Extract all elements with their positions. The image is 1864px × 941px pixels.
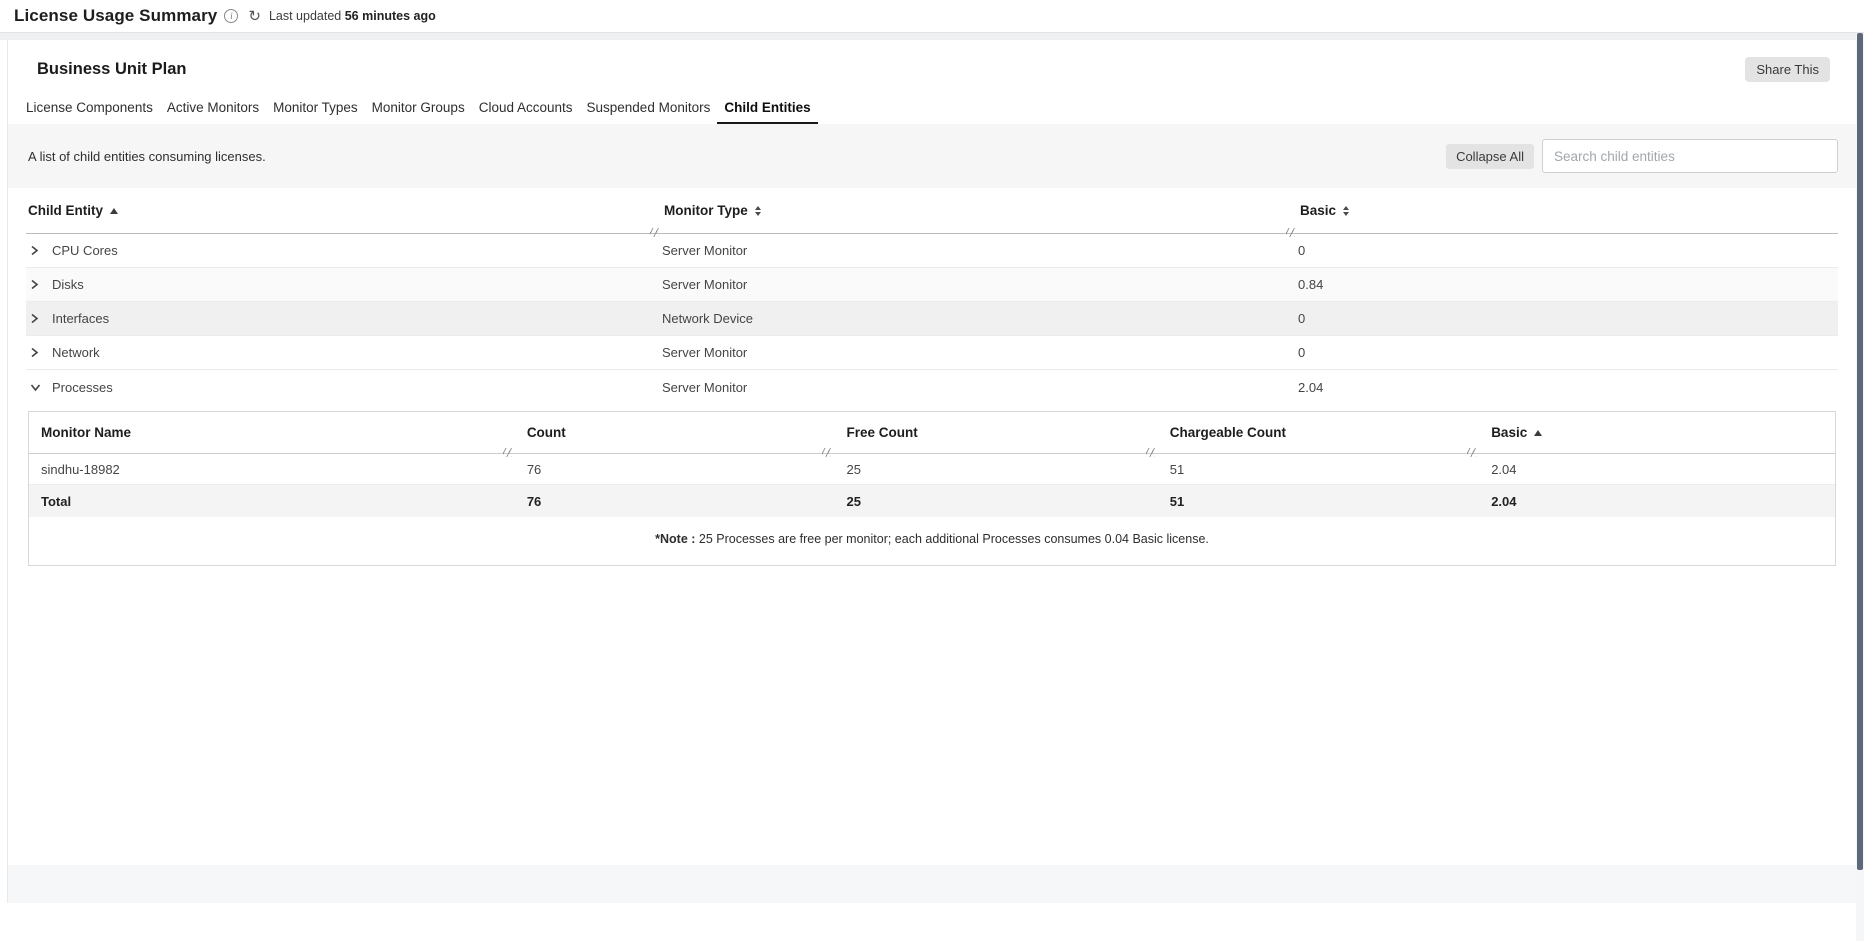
refresh-icon[interactable]: ↻ (248, 9, 261, 24)
column-header-monitor-name[interactable]: Monitor Name (29, 412, 515, 453)
tab-active-monitors[interactable]: Active Monitors (160, 96, 266, 124)
table-row-network[interactable]: Network Server Monitor 0 (26, 336, 1838, 370)
monitor-type-value: Server Monitor (662, 277, 1298, 292)
basic-value: 0 (1298, 243, 1838, 258)
tab-bar: License Components Active Monitors Monit… (8, 82, 1856, 124)
free-count-value: 25 (834, 462, 1157, 477)
total-label: Total (29, 494, 515, 509)
column-label: Basic (1300, 203, 1336, 218)
child-entity-name: CPU Cores (52, 243, 118, 258)
chevron-right-icon[interactable] (30, 245, 52, 256)
sort-asc-icon (110, 208, 118, 214)
total-row: Total 76 25 51 2.04 (29, 485, 1835, 517)
child-entity-name: Network (52, 345, 100, 360)
tab-suspended-monitors[interactable]: Suspended Monitors (580, 96, 718, 124)
column-resize-handle[interactable] (650, 228, 659, 237)
scrollbar-thumb[interactable] (1857, 33, 1863, 870)
page-title: License Usage Summary (14, 6, 217, 26)
processes-detail-table: Monitor Name Count Free Count Chargeable… (28, 411, 1836, 566)
tab-child-entities[interactable]: Child Entities (717, 96, 817, 124)
table-row-disks[interactable]: Disks Server Monitor 0.84 (26, 268, 1838, 302)
total-free-count-value: 25 (834, 494, 1157, 509)
column-label: Basic (1491, 425, 1527, 440)
card-header: Business Unit Plan Share This (8, 40, 1856, 82)
count-value: 76 (515, 462, 835, 477)
info-icon[interactable]: i (224, 9, 238, 23)
sort-asc-icon (1534, 430, 1542, 436)
child-entity-table-header: Child Entity Monitor Type Basic (26, 188, 1838, 234)
child-entity-name: Interfaces (52, 311, 109, 326)
monitor-type-value: Server Monitor (662, 380, 1298, 395)
child-entity-name: Processes (52, 380, 113, 395)
license-note: *Note : 25 Processes are free per monito… (29, 517, 1835, 565)
monitor-name-value: sindhu-18982 (29, 462, 515, 477)
table-row-processes[interactable]: Processes Server Monitor 2.04 (26, 370, 1838, 404)
basic-value: 2.04 (1479, 462, 1835, 477)
column-label: Chargeable Count (1170, 425, 1286, 440)
child-entity-table: Child Entity Monitor Type Basic (8, 188, 1856, 404)
column-resize-handle[interactable] (503, 448, 512, 457)
last-updated-value: 56 minutes ago (345, 9, 436, 23)
basic-value: 0 (1298, 311, 1838, 326)
total-chargeable-count-value: 51 (1158, 494, 1479, 509)
description-band: A list of child entities consuming licen… (8, 124, 1856, 188)
basic-value: 2.04 (1298, 380, 1838, 395)
page-gap-strip (0, 33, 1864, 40)
share-this-button[interactable]: Share This (1745, 57, 1830, 82)
sort-both-icon (1343, 206, 1349, 216)
note-text: 25 Processes are free per monitor; each … (695, 532, 1208, 546)
tab-monitor-groups[interactable]: Monitor Groups (365, 96, 472, 124)
sort-both-icon (755, 206, 761, 216)
chevron-right-icon[interactable] (30, 279, 52, 290)
collapse-all-button[interactable]: Collapse All (1446, 144, 1534, 169)
column-header-child-entity[interactable]: Child Entity (26, 188, 662, 233)
scrollbar[interactable] (1856, 33, 1864, 941)
basic-value: 0 (1298, 345, 1838, 360)
column-header-free-count[interactable]: Free Count (834, 412, 1157, 453)
column-header-chargeable-count[interactable]: Chargeable Count (1158, 412, 1479, 453)
last-updated: Last updated 56 minutes ago (269, 9, 436, 23)
monitor-row[interactable]: sindhu-18982 76 25 51 2.04 (29, 454, 1835, 485)
last-updated-label: Last updated (269, 9, 341, 23)
table-row-interfaces[interactable]: Interfaces Network Device 0 (26, 302, 1838, 336)
top-bar: License Usage Summary i ↻ Last updated 5… (0, 0, 1864, 33)
monitor-type-value: Server Monitor (662, 345, 1298, 360)
chevron-right-icon[interactable] (30, 347, 52, 358)
column-header-count[interactable]: Count (515, 412, 835, 453)
total-basic-value: 2.04 (1479, 494, 1835, 509)
chevron-right-icon[interactable] (30, 313, 52, 324)
column-header-basic[interactable]: Basic (1479, 412, 1835, 453)
monitor-type-value: Network Device (662, 311, 1298, 326)
column-label: Monitor Type (664, 203, 748, 218)
tab-monitor-types[interactable]: Monitor Types (266, 96, 365, 124)
license-card: Business Unit Plan Share This License Co… (7, 40, 1857, 903)
column-resize-handle[interactable] (1286, 228, 1295, 237)
column-resize-handle[interactable] (822, 448, 831, 457)
monitor-type-value: Server Monitor (662, 243, 1298, 258)
basic-value: 0.84 (1298, 277, 1838, 292)
column-header-monitor-type[interactable]: Monitor Type (662, 188, 1298, 233)
footer-strip (8, 865, 1856, 903)
total-count-value: 76 (515, 494, 835, 509)
column-header-basic[interactable]: Basic (1298, 188, 1838, 233)
table-row-cpu-cores[interactable]: CPU Cores Server Monitor 0 (26, 234, 1838, 268)
plan-title: Business Unit Plan (37, 60, 186, 79)
column-resize-handle[interactable] (1467, 448, 1476, 457)
chargeable-count-value: 51 (1158, 462, 1479, 477)
column-label: Monitor Name (41, 425, 131, 440)
note-label: *Note : (655, 532, 695, 546)
column-label: Count (527, 425, 566, 440)
child-entities-description: A list of child entities consuming licen… (28, 149, 266, 164)
tab-cloud-accounts[interactable]: Cloud Accounts (472, 96, 580, 124)
column-label: Child Entity (28, 203, 103, 218)
column-label: Free Count (846, 425, 917, 440)
column-resize-handle[interactable] (1146, 448, 1155, 457)
tab-license-components[interactable]: License Components (19, 96, 160, 124)
child-entity-name: Disks (52, 277, 84, 292)
chevron-down-icon[interactable] (30, 383, 52, 392)
search-input[interactable] (1542, 139, 1838, 173)
processes-table-header: Monitor Name Count Free Count Chargeable… (29, 412, 1835, 454)
